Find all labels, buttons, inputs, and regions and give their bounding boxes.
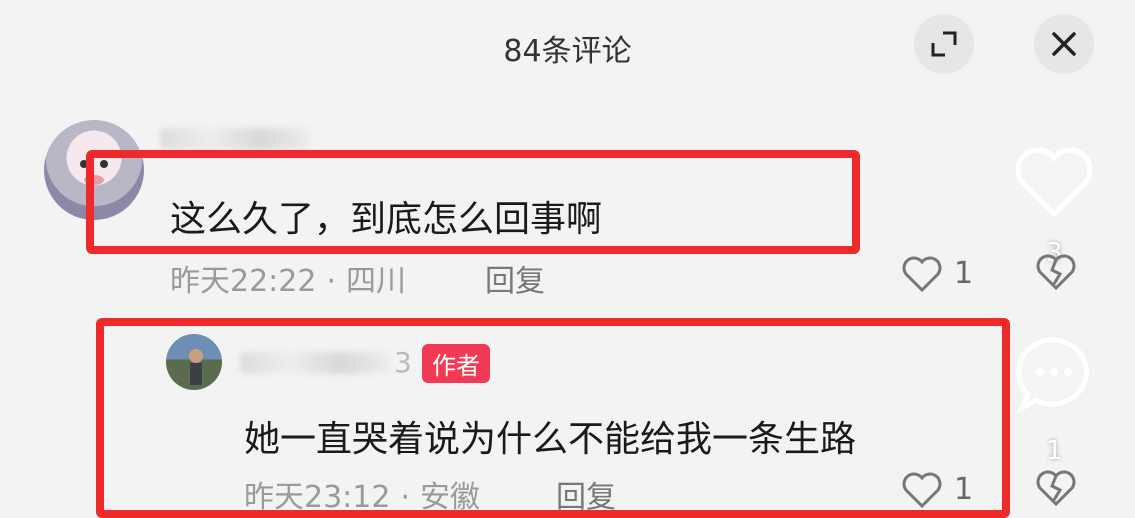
expand-button[interactable] bbox=[914, 14, 974, 74]
like-count: 1 bbox=[954, 256, 974, 291]
close-icon bbox=[1052, 32, 1076, 56]
heart-outline-icon[interactable] bbox=[900, 254, 944, 294]
reply-button[interactable]: 回复 bbox=[485, 256, 545, 300]
comment-time: 昨天23:12 bbox=[244, 480, 391, 515]
broken-heart-icon[interactable] bbox=[1034, 468, 1078, 508]
expand-icon bbox=[931, 31, 957, 57]
comment-meta: 昨天23:12 · 安徽 bbox=[244, 480, 481, 515]
username-blurred bbox=[160, 128, 310, 150]
heart-outline-icon[interactable] bbox=[900, 470, 944, 510]
close-button[interactable] bbox=[1034, 14, 1094, 74]
comment-bubble-icon[interactable] bbox=[1012, 334, 1096, 414]
broken-heart-icon[interactable] bbox=[1034, 252, 1078, 292]
comment-text: 她一直哭着说为什么不能给我一条生路 bbox=[244, 419, 857, 460]
comment-text: 这么久了，到底怎么回事啊 bbox=[170, 199, 603, 240]
side-comment-count: 1 bbox=[1046, 436, 1063, 466]
like-count: 1 bbox=[954, 472, 974, 507]
heart-icon[interactable] bbox=[1012, 146, 1096, 220]
comment-location: 四川 bbox=[346, 264, 407, 299]
comment-location: 安徽 bbox=[420, 480, 481, 515]
comment-meta: 昨天22:22 · 四川 bbox=[170, 264, 407, 299]
reply-button[interactable]: 回复 bbox=[556, 472, 616, 516]
comment-time: 昨天22:22 bbox=[170, 264, 317, 299]
